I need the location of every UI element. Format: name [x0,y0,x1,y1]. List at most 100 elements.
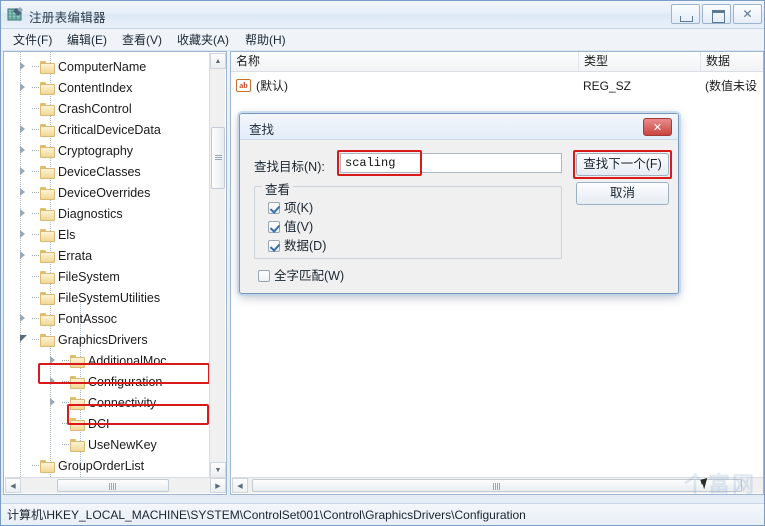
tree-item-label: Els [58,228,76,242]
chevron-right-icon[interactable] [20,204,31,224]
chevron-right-glyph [20,83,25,91]
chevron-right-icon[interactable] [20,78,31,98]
tree-connector-icon [31,57,40,77]
list-horizontal-scrollbar[interactable]: ◀ [232,477,763,493]
tree-item-filesystem[interactable]: FileSystem [20,267,120,287]
folder-icon [40,270,55,284]
scroll-left-arrow-icon[interactable]: ◀ [5,478,21,493]
checkbox-values[interactable]: 值(V) [268,219,313,235]
minimize-button[interactable] [671,4,700,24]
checkbox-keys-box[interactable] [268,202,280,214]
scroll-down-arrow-icon[interactable]: ▼ [210,462,226,478]
tree-item-label: FileSystemUtilities [58,291,161,305]
chevron-right-icon[interactable] [20,183,31,203]
tree-connector-icon [61,351,70,371]
chevron-right-glyph [50,377,55,385]
tree-connector-icon [31,309,40,329]
scroll-up-arrow-icon[interactable]: ▲ [210,53,226,69]
tree-item-graphicsdrivers[interactable]: GraphicsDrivers [20,330,148,350]
checkbox-whole-string-box[interactable] [258,270,270,282]
tree-connector-icon [31,141,40,161]
tree-item-label: CrashControl [58,102,132,116]
checkbox-keys[interactable]: 项(K) [268,200,313,216]
tree-item-contentindex[interactable]: ContentIndex [20,78,132,98]
chevron-right-glyph [50,398,55,406]
checkbox-data[interactable]: 数据(D) [268,238,326,254]
find-dialog-titlebar: 查找 ✕ [240,114,678,140]
tree-item-label: UseNewKey [88,438,157,452]
chevron-right-icon[interactable] [20,162,31,182]
list-hscroll-thumb[interactable] [252,479,742,492]
tree-item-configuration[interactable]: Configuration [50,372,162,392]
menu-edit[interactable]: 编辑(E) [63,32,111,49]
close-button[interactable]: ✕ [733,4,762,24]
tree-hscroll-thumb[interactable] [57,479,169,492]
folder-icon [70,354,85,368]
chevron-right-icon[interactable] [20,225,31,245]
folder-icon [40,102,55,116]
list-scroll-left-arrow-icon[interactable]: ◀ [232,478,248,493]
checkbox-data-box[interactable] [268,240,280,252]
chevron-right-icon[interactable] [50,351,61,371]
column-header-name[interactable]: 名称 [231,52,579,71]
tree-item-deviceoverrides[interactable]: DeviceOverrides [20,183,150,203]
find-dialog-close-button[interactable]: ✕ [643,118,672,136]
column-header-type[interactable]: 类型 [579,52,701,71]
tree-item-computername[interactable]: ComputerName [20,57,146,77]
tree-item-usenewkey[interactable]: UseNewKey [50,435,157,455]
tree-connector-icon [31,99,40,119]
scroll-right-arrow-icon[interactable]: ▶ [210,478,226,493]
tree-item-criticaldevicedata[interactable]: CriticalDeviceData [20,120,161,140]
folder-icon [70,396,85,410]
chevron-right-icon[interactable] [20,309,31,329]
tree-item-crashcontrol[interactable]: CrashControl [20,99,132,119]
column-header-data[interactable]: 数据 [701,52,763,71]
tree-item-errata[interactable]: Errata [20,246,92,266]
table-row[interactable]: ab (默认) REG_SZ (数值未设 [231,76,763,96]
tree-item-deviceclasses[interactable]: DeviceClasses [20,162,141,182]
tree-item-cryptography[interactable]: Cryptography [20,141,133,161]
maximize-button[interactable] [702,4,731,24]
tree-item-filesystemutilities[interactable]: FileSystemUtilities [20,288,160,308]
tree-item-additionalmoc[interactable]: AdditionalMoc [50,351,167,371]
checkbox-whole-string[interactable]: 全字匹配(W) [258,268,344,284]
title-bar: 注册表编辑器 ✕ [1,1,764,29]
tree-connector-icon [61,435,70,455]
tree-scroll-thumb[interactable] [211,127,225,189]
find-next-button[interactable]: 查找下一个(F) [576,153,669,176]
menu-help[interactable]: 帮助(H) [241,32,290,49]
tree-connector-icon [31,120,40,140]
chevron-right-glyph [20,146,25,154]
find-what-input[interactable] [340,153,562,173]
tree-item-grouporderlist[interactable]: GroupOrderList [20,456,144,476]
folder-icon [40,228,55,242]
window-controls: ✕ [671,4,762,24]
checkbox-values-box[interactable] [268,221,280,233]
tree-item-label: ComputerName [58,60,147,74]
chevron-right-icon[interactable] [20,246,31,266]
tree-item-fontassoc[interactable]: FontAssoc [20,309,117,329]
tree-item-dci[interactable]: DCI [50,414,110,434]
chevron-right-icon[interactable] [20,57,31,77]
tree-item-connectivity[interactable]: Connectivity [50,393,156,413]
chevron-right-icon[interactable] [20,141,31,161]
registry-tree-panel: ComputerName ContentIndex CrashControl Crit… [3,51,227,495]
tree-item-diagnostics[interactable]: Diagnostics [20,204,123,224]
tree-item-label: DeviceClasses [58,165,141,179]
cancel-button[interactable]: 取消 [576,182,669,205]
menu-view[interactable]: 查看(V) [118,32,166,49]
chevron-right-icon[interactable] [50,372,61,392]
tree-horizontal-scrollbar[interactable]: ◀ ▶ [5,477,226,493]
menu-file[interactable]: 文件(F) [9,32,56,49]
folder-icon [40,312,55,326]
chevron-right-icon[interactable] [20,120,31,140]
menu-favorites[interactable]: 收藏夹(A) [173,32,233,49]
tree-scroll-area[interactable]: ComputerName ContentIndex CrashControl Crit… [4,52,209,479]
chevron-right-icon[interactable] [50,393,61,413]
chevron-down-icon[interactable] [20,330,31,350]
tree-vertical-scrollbar[interactable]: ▲ ▼ [209,53,226,478]
checkbox-whole-string-label: 全字匹配(W) [274,269,345,283]
tree-item-els[interactable]: Els [20,225,75,245]
